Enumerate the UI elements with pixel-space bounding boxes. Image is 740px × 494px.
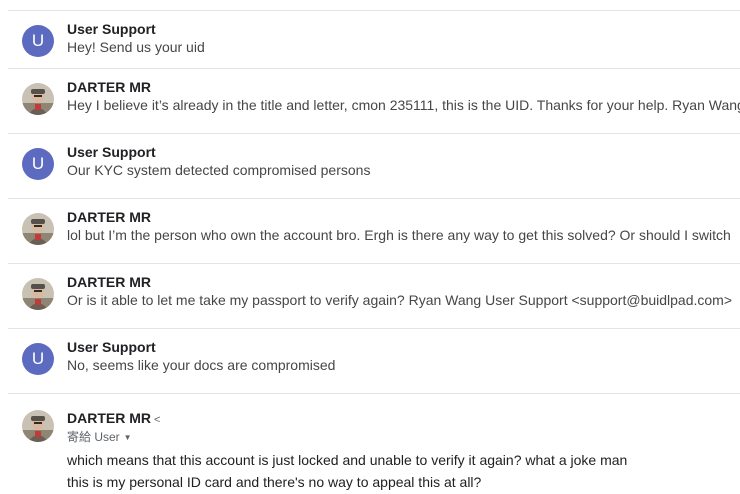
sender-name: DARTER MR [67,209,151,225]
chevron-left-icon[interactable]: < [154,414,160,426]
user-photo-icon [22,410,54,442]
message-snippet: Or is it able to let me take my passport… [67,292,733,308]
avatar [22,83,54,115]
avatar: U [22,148,54,180]
sender-name-text: DARTER MR [67,410,151,426]
collapsed-message[interactable]: U User Support Our KYC system detected c… [8,133,740,198]
avatar [22,410,54,442]
message-snippet: Our KYC system detected compromised pers… [67,162,371,178]
recipient-details-toggle[interactable]: 寄給 User ▼ [67,428,132,445]
user-photo-icon [22,83,54,115]
expanded-message: DARTER MR < 寄給 User ▼ which means that thi… [8,393,740,494]
collapsed-message[interactable]: U User Support Hey! Send us your uid [8,10,740,75]
sender-name: DARTER MR [67,79,151,95]
message-body-line: which means that this account is just lo… [67,452,628,468]
collapsed-message[interactable]: DARTER MR Or is it able to let me take m… [8,263,740,328]
caret-down-icon: ▼ [123,433,132,443]
avatar: U [22,25,54,57]
collapsed-message[interactable] [8,0,740,10]
sender-name: DARTER MR [67,274,151,290]
collapsed-message[interactable]: DARTER MR Hey I believe it’s already in … [8,68,740,133]
message-snippet: Hey! Send us your uid [67,39,205,55]
sender-name: User Support [67,144,156,160]
avatar [22,213,54,245]
collapsed-message[interactable]: U User Support No, seems like your docs … [8,328,740,393]
sender-name: User Support [67,339,156,355]
avatar: U [22,343,54,375]
message-snippet: lol but I’m the person who own the accou… [67,227,731,243]
recipient-label: 寄給 User [67,430,120,444]
user-photo-icon [22,278,54,310]
message-snippet: No, seems like your docs are compromised [67,357,336,373]
sender-name: DARTER MR < [67,410,160,426]
collapsed-message[interactable]: DARTER MR lol but I’m the person who own… [8,198,740,263]
message-snippet: Hey I believe it’s already in the title … [67,97,740,113]
user-photo-icon [22,213,54,245]
sender-name: User Support [67,21,156,37]
avatar [22,278,54,310]
email-thread: U User Support Hey! Send us your uid DAR… [0,0,740,494]
message-body-line: this is my personal ID card and there's … [67,474,482,490]
